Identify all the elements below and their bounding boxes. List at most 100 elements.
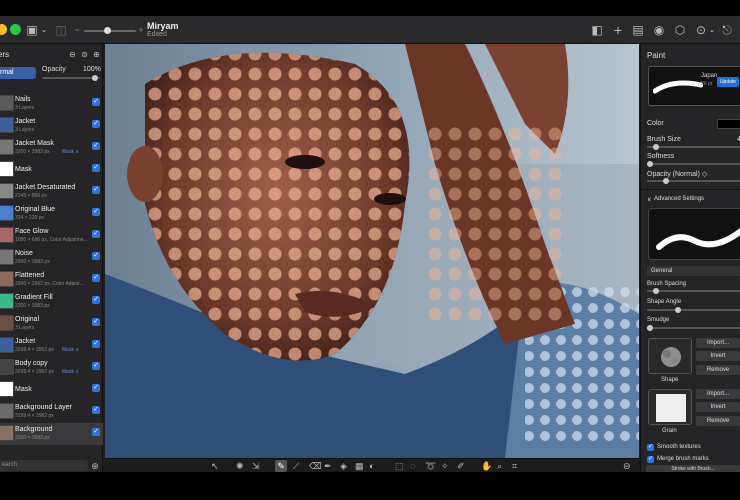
layer-mask-menu[interactable]: Mask ∨ bbox=[62, 149, 79, 155]
layer-row[interactable]: Gradient Fill 3300 × 3983 px ✓ bbox=[0, 291, 103, 313]
export-icon[interactable]: ⎋ bbox=[720, 22, 734, 38]
zoom-tool-icon[interactable]: ⌕ bbox=[497, 460, 502, 472]
layer-row[interactable]: Body copy 3298.4 × 2962 px Mask ∨ ✓ bbox=[0, 357, 103, 379]
gradient-tool-icon[interactable]: ▦ bbox=[355, 460, 364, 472]
minimize-window-button[interactable] bbox=[0, 24, 7, 35]
hand-tool-icon[interactable]: ✋ bbox=[481, 460, 492, 472]
more-tools-icon[interactable]: ⊖ bbox=[623, 460, 631, 472]
pointer-tool-icon[interactable]: ↖ bbox=[211, 460, 219, 472]
opacity-slider[interactable] bbox=[42, 75, 100, 81]
paint-tool-icon[interactable]: ⟋ bbox=[293, 460, 299, 472]
layer-visibility-checkbox[interactable]: ✓ bbox=[92, 98, 100, 106]
color-picker-icon[interactable]: ✒ bbox=[324, 460, 332, 472]
lasso-icon[interactable]: ➰ bbox=[425, 460, 436, 472]
general-select[interactable]: General bbox=[647, 266, 740, 276]
layer-row[interactable]: Mask ✓ bbox=[0, 379, 103, 401]
opacity-label[interactable]: Opacity (Normal) ◇ bbox=[647, 170, 707, 178]
layer-visibility-checkbox[interactable]: ✓ bbox=[92, 296, 100, 304]
image-icon[interactable]: ▤ bbox=[631, 22, 645, 38]
shape-import-button[interactable]: Import... bbox=[696, 338, 740, 348]
shape-remove-button[interactable]: Remove bbox=[696, 365, 740, 375]
layer-search-input[interactable]: earch bbox=[0, 460, 88, 471]
share-icon[interactable]: ⬡ bbox=[673, 22, 687, 38]
crop-tool-icon[interactable]: ⌗ bbox=[512, 460, 517, 472]
shape-invert-button[interactable]: Invert bbox=[696, 351, 740, 361]
layer-row[interactable]: Original 3 Layers ✓ bbox=[0, 313, 103, 335]
chevron-down-icon[interactable]: ⌄ bbox=[40, 22, 48, 38]
add-layer-icon[interactable]: ⊕ bbox=[92, 47, 101, 63]
selection-arrow-icon[interactable]: ⇲ bbox=[252, 460, 260, 472]
quick-select-icon[interactable]: ✐ bbox=[457, 460, 465, 472]
bucket-tool-icon[interactable]: ◈ bbox=[340, 460, 347, 472]
sidebar-toggle-icon[interactable]: ▣ bbox=[24, 22, 40, 38]
layer-visibility-checkbox[interactable]: ✓ bbox=[92, 164, 100, 172]
shape-thumbnail[interactable] bbox=[648, 338, 692, 374]
shape-angle-slider[interactable] bbox=[647, 307, 740, 313]
layer-row[interactable]: Mask ✓ bbox=[0, 159, 103, 181]
smudge-handle[interactable] bbox=[647, 325, 653, 331]
layer-visibility-checkbox[interactable]: ✓ bbox=[92, 120, 100, 128]
layer-visibility-checkbox[interactable]: ✓ bbox=[92, 186, 100, 194]
layer-row[interactable]: Background 3300 × 3983 px ✓ bbox=[0, 423, 103, 445]
layer-options-icon[interactable]: ⊜ bbox=[80, 47, 89, 63]
layer-row[interactable]: Jacket 3298.4 × 2962 px Mask ∨ ✓ bbox=[0, 335, 103, 357]
layer-row[interactable]: Jacket 3 Layers ✓ bbox=[0, 115, 103, 137]
advanced-settings-header[interactable]: Advanced Settings bbox=[654, 196, 704, 202]
brush-tool-icon[interactable]: ✎ bbox=[275, 460, 287, 472]
layer-visibility-checkbox[interactable]: ✓ bbox=[92, 406, 100, 414]
softness-slider[interactable] bbox=[647, 161, 740, 167]
paint-opacity-slider[interactable] bbox=[647, 178, 740, 184]
compare-icon[interactable]: ◫ bbox=[54, 22, 68, 38]
layer-mask-menu[interactable]: Mask ∨ bbox=[62, 347, 79, 353]
shape-angle-handle[interactable] bbox=[675, 307, 681, 313]
eraser-tool-icon[interactable]: ⌫ bbox=[309, 460, 322, 472]
layer-visibility-checkbox[interactable]: ✓ bbox=[92, 318, 100, 326]
layer-mask-menu[interactable]: Mask ∨ bbox=[62, 369, 79, 375]
adjust-icon[interactable]: ◉ bbox=[652, 22, 666, 38]
layer-row[interactable]: Face Glow 1080 × 696 px, Color Adjustme..… bbox=[0, 225, 103, 247]
layer-visibility-checkbox[interactable]: ✓ bbox=[92, 274, 100, 282]
opacity-slider-handle[interactable] bbox=[92, 75, 98, 81]
more-icon[interactable]: ⊙ bbox=[694, 22, 708, 38]
ellipse-select-icon[interactable]: ◌ bbox=[410, 460, 415, 472]
zoom-slider[interactable] bbox=[84, 27, 136, 34]
magic-wand-icon[interactable]: ✧ bbox=[441, 460, 449, 472]
softness-handle[interactable] bbox=[647, 161, 653, 167]
layer-visibility-checkbox[interactable]: ✓ bbox=[92, 252, 100, 260]
merge-brush-marks-checkbox[interactable]: ✓ bbox=[647, 456, 654, 463]
more-chevron-icon[interactable]: ⌄ bbox=[708, 22, 716, 38]
brush-size-slider[interactable] bbox=[647, 144, 740, 150]
effects-tool-icon[interactable]: ◐ bbox=[369, 460, 374, 472]
brush-size-handle[interactable] bbox=[653, 144, 659, 150]
stroke-with-brush-button[interactable]: Stroke with Brush... bbox=[646, 465, 740, 472]
zoom-window-button[interactable] bbox=[10, 24, 21, 35]
paint-opacity-handle[interactable] bbox=[663, 178, 669, 184]
layer-visibility-checkbox[interactable]: ✓ bbox=[92, 208, 100, 216]
zoom-out-icon[interactable]: − bbox=[72, 22, 82, 38]
layer-visibility-checkbox[interactable]: ✓ bbox=[92, 230, 100, 238]
brush-spacing-slider[interactable] bbox=[647, 288, 740, 294]
brush-spacing-handle[interactable] bbox=[653, 288, 659, 294]
layer-visibility-checkbox[interactable]: ✓ bbox=[92, 428, 100, 436]
layers-icon[interactable]: ◧ bbox=[590, 22, 604, 38]
layer-row[interactable]: Nails 3 Layers ✓ bbox=[0, 93, 103, 115]
advanced-chevron-icon[interactable]: ∨ bbox=[647, 196, 651, 203]
layer-row[interactable]: Background Layer 3199.4 × 2962 px ✓ bbox=[0, 401, 103, 423]
rect-select-icon[interactable]: ⬚ bbox=[395, 460, 404, 472]
smooth-textures-checkbox[interactable]: ✓ bbox=[647, 444, 654, 451]
layer-visibility-checkbox[interactable]: ✓ bbox=[92, 340, 100, 348]
grain-invert-button[interactable]: Invert bbox=[696, 402, 740, 412]
zoom-in-icon[interactable]: + bbox=[136, 22, 146, 38]
layer-row[interactable]: Jacket Mask 3200 × 2983 px Mask ∨ ✓ bbox=[0, 137, 103, 159]
update-button[interactable]: Update bbox=[717, 77, 739, 87]
collapse-icon[interactable]: ⊖ bbox=[68, 47, 77, 63]
grain-import-button[interactable]: Import... bbox=[696, 389, 740, 399]
smudge-slider[interactable] bbox=[647, 325, 740, 331]
image-canvas[interactable] bbox=[105, 44, 639, 458]
add-icon[interactable]: + bbox=[611, 22, 625, 38]
retouch-tool-icon[interactable]: ✺ bbox=[236, 460, 244, 472]
layer-row[interactable]: Noise 3300 × 3983 px ✓ bbox=[0, 247, 103, 269]
layer-row[interactable]: Jacket Desaturated 2145 × 856 px ✓ bbox=[0, 181, 103, 203]
add-icon[interactable]: ⊕ bbox=[90, 458, 100, 472]
grain-thumbnail[interactable] bbox=[648, 389, 692, 425]
